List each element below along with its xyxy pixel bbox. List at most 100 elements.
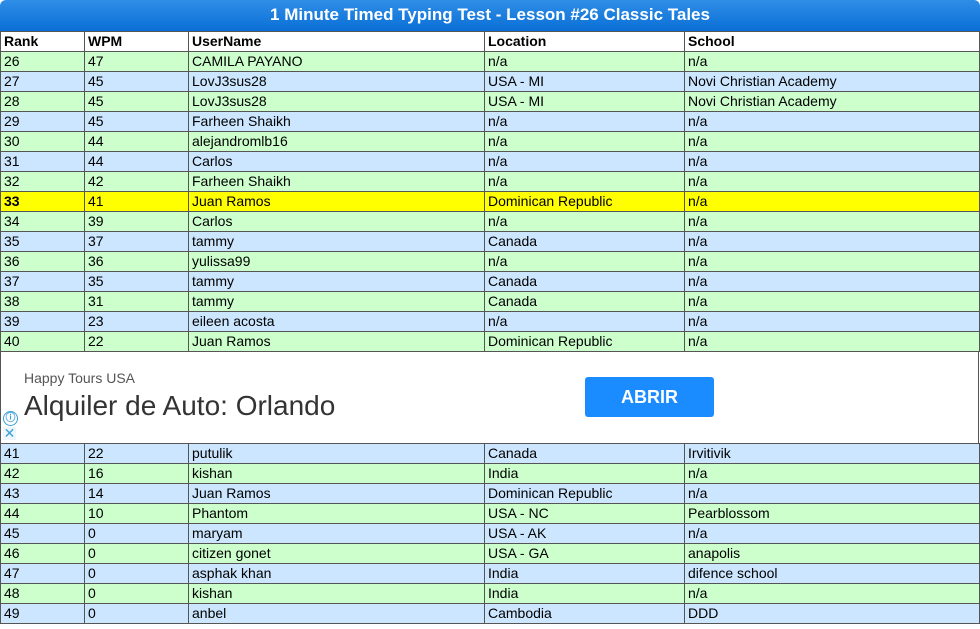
cell-school: Pearblossom [684,503,980,524]
ad-content[interactable]: Happy Tours USA Alquiler de Auto: Orland… [1,352,729,443]
table-row: 31 44 Carlos n/a n/a [0,151,980,172]
cell-username: CAMILA PAYANO [188,51,485,72]
cell-school: difence school [684,563,980,584]
cell-location: n/a [484,131,685,152]
column-header-rank: Rank [0,31,85,52]
leaderboard-table-bottom: 41 22 putulik Canada Irvitivik 42 16 kishan Indi… [0,443,980,624]
cell-username: Carlos [188,151,485,172]
cell-wpm: 37 [84,231,189,252]
cell-wpm: 0 [84,583,189,604]
table-row: 32 42 Farheen Shaikh n/a n/a [0,171,980,192]
cell-location: Dominican Republic [484,483,685,504]
ad-open-button[interactable]: ABRIR [585,377,714,417]
cell-wpm: 45 [84,71,189,92]
cell-rank: 37 [0,271,85,292]
cell-location: India [484,463,685,484]
cell-rank: 32 [0,171,85,192]
cell-school: anapolis [684,543,980,564]
cell-location: n/a [484,151,685,172]
ad-headline[interactable]: Alquiler de Auto: Orlando [24,390,335,422]
cell-rank: 26 [0,51,85,72]
cell-wpm: 0 [84,543,189,564]
cell-school: n/a [684,311,980,332]
cell-wpm: 0 [84,563,189,584]
column-header-location: Location [484,31,685,52]
cell-location: India [484,583,685,604]
column-header-school: School [684,31,980,52]
info-icon[interactable]: ⓘ [3,411,18,426]
table-row: 37 35 tammy Canada n/a [0,271,980,292]
cell-location: Dominican Republic [484,191,685,212]
cell-username: Farheen Shaikh [188,111,485,132]
cell-school: n/a [684,483,980,504]
cell-rank: 39 [0,311,85,332]
cell-school: Novi Christian Academy [684,71,980,92]
table-row: 38 31 tammy Canada n/a [0,291,980,312]
cell-username: eileen acosta [188,311,485,332]
cell-school: n/a [684,131,980,152]
cell-wpm: 22 [84,443,189,464]
cell-location: USA - NC [484,503,685,524]
cell-school: n/a [684,191,980,212]
ad-brand[interactable]: Happy Tours USA [24,370,135,386]
cell-rank: 42 [0,463,85,484]
cell-location: USA - MI [484,91,685,112]
cell-username: Juan Ramos [188,331,485,352]
cell-rank: 27 [0,71,85,92]
cell-school: n/a [684,583,980,604]
table-row: 33 41 Juan Ramos Dominican Republic n/a [0,191,980,212]
cell-location: n/a [484,111,685,132]
cell-rank: 43 [0,483,85,504]
close-icon[interactable]: ✕ [3,426,16,440]
cell-username: Juan Ramos [188,483,485,504]
cell-location: India [484,563,685,584]
cell-username: kishan [188,463,485,484]
cell-school: n/a [684,111,980,132]
table-row: 44 10 Phantom USA - NC Pearblossom [0,503,980,524]
cell-location: Canada [484,291,685,312]
cell-wpm: 35 [84,271,189,292]
cell-username: putulik [188,443,485,464]
table-row: 49 0 anbel Cambodia DDD [0,603,980,624]
cell-wpm: 41 [84,191,189,212]
cell-wpm: 0 [84,603,189,624]
cell-username: alejandromlb16 [188,131,485,152]
cell-rank: 46 [0,543,85,564]
cell-username: yulissa99 [188,251,485,272]
cell-school: n/a [684,523,980,544]
cell-school: n/a [684,463,980,484]
table-row: 42 16 kishan India n/a [0,463,980,484]
cell-school: n/a [684,151,980,172]
cell-school: n/a [684,211,980,232]
cell-school: n/a [684,291,980,312]
cell-rank: 33 [0,191,85,212]
cell-rank: 29 [0,111,85,132]
cell-username: Carlos [188,211,485,232]
cell-username: tammy [188,271,485,292]
cell-rank: 48 [0,583,85,604]
cell-location: n/a [484,251,685,272]
cell-username: tammy [188,231,485,252]
leaderboard-table-top: Rank WPM UserName Location School 26 47 CA… [0,31,980,352]
cell-school: DDD [684,603,980,624]
cell-username: LovJ3sus28 [188,91,485,112]
cell-location: Canada [484,231,685,252]
table-row: 26 47 CAMILA PAYANO n/a n/a [0,51,980,72]
cell-username: maryam [188,523,485,544]
table-row: 39 23 eileen acosta n/a n/a [0,311,980,332]
table-row: 45 0 maryam USA - AK n/a [0,523,980,544]
cell-username: Phantom [188,503,485,524]
cell-wpm: 14 [84,483,189,504]
cell-rank: 31 [0,151,85,172]
column-header-wpm: WPM [84,31,189,52]
cell-location: n/a [484,211,685,232]
cell-username: citizen gonet [188,543,485,564]
cell-school: n/a [684,51,980,72]
cell-wpm: 10 [84,503,189,524]
cell-wpm: 47 [84,51,189,72]
table-row: 48 0 kishan India n/a [0,583,980,604]
cell-wpm: 36 [84,251,189,272]
table-row: 34 39 Carlos n/a n/a [0,211,980,232]
cell-school: n/a [684,271,980,292]
advertisement-banner[interactable]: Happy Tours USA Alquiler de Auto: Orland… [0,352,979,443]
